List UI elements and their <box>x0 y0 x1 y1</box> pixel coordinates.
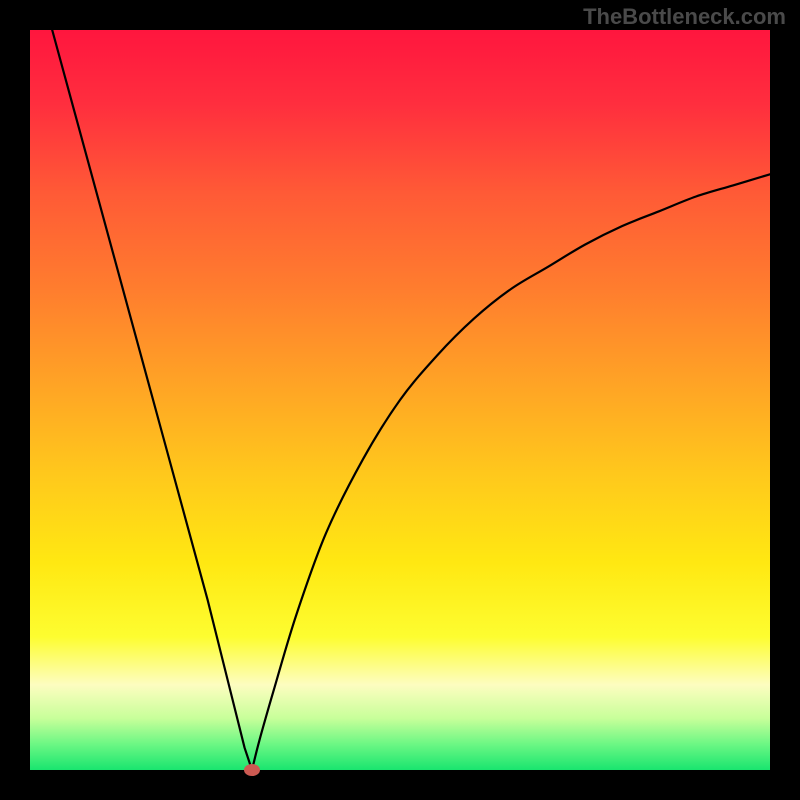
chart-frame: TheBottleneck.com <box>0 0 800 800</box>
bottleneck-chart <box>0 0 800 800</box>
watermark-text: TheBottleneck.com <box>583 4 786 30</box>
minimum-marker <box>244 764 260 776</box>
